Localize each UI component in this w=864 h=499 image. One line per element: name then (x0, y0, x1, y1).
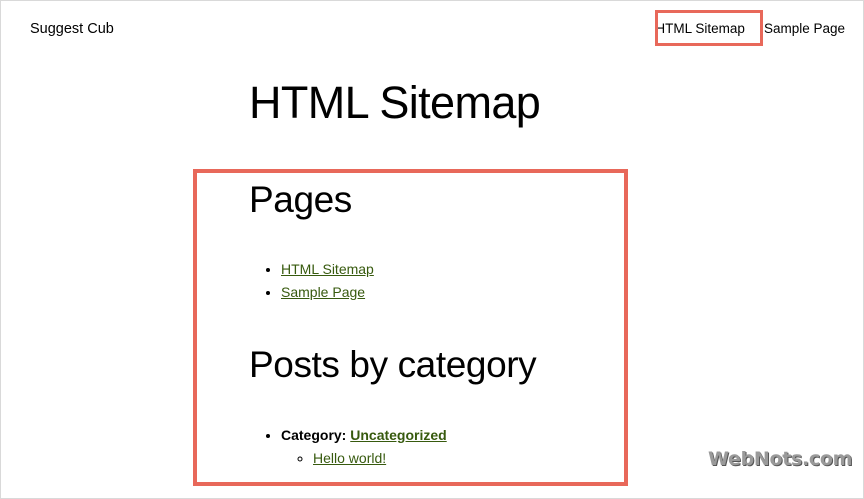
category-link-uncategorized[interactable]: Uncategorized (350, 427, 446, 443)
list-item: HTML Sitemap (281, 258, 374, 281)
nav-item-sample-page[interactable]: Sample Page (764, 20, 845, 38)
category-label: Category: (281, 427, 347, 443)
page-title: HTML Sitemap (249, 77, 541, 128)
pages-heading: Pages (249, 179, 352, 220)
category-list: Category: Uncategorized Hello world! (249, 424, 447, 470)
pages-list: HTML Sitemap Sample Page (249, 258, 374, 304)
site-title[interactable]: Suggest Cub (30, 20, 114, 38)
post-link-hello-world[interactable]: Hello world! (313, 450, 386, 466)
primary-nav: HTML Sitemap Sample Page (655, 20, 845, 38)
post-list: Hello world! (281, 447, 447, 470)
watermark-logo: WebNots.com (708, 448, 853, 470)
list-item: Sample Page (281, 281, 374, 304)
list-item: Hello world! (313, 447, 447, 470)
page-link-html-sitemap[interactable]: HTML Sitemap (281, 261, 374, 277)
category-item: Category: Uncategorized Hello world! (281, 424, 447, 470)
posts-by-category-heading: Posts by category (249, 344, 537, 385)
nav-item-html-sitemap[interactable]: HTML Sitemap (655, 20, 745, 38)
page-link-sample-page[interactable]: Sample Page (281, 284, 365, 300)
